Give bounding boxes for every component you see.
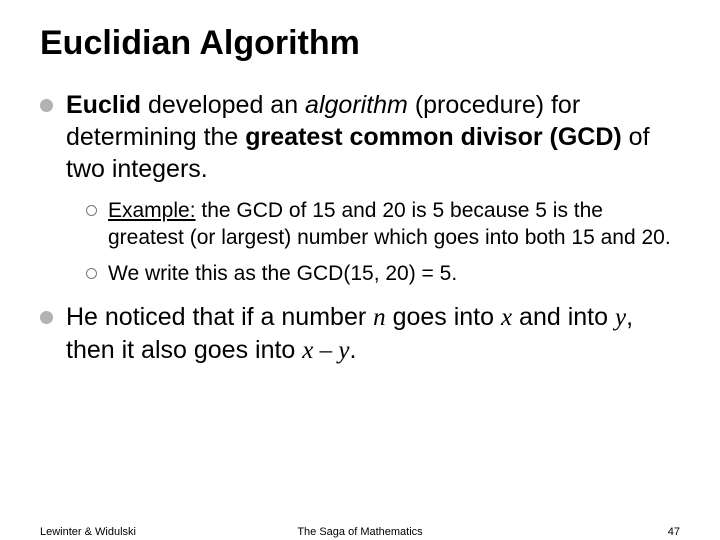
- math-var: x: [501, 304, 512, 331]
- text: write this as the GCD(15, 20) = 5.: [139, 262, 457, 285]
- footer-center: The Saga of Mathematics: [0, 526, 720, 538]
- list-item: Example: the GCD of 15 and 20 is 5 becau…: [86, 197, 680, 252]
- text: He noticed that if a number: [66, 303, 373, 331]
- math-expr: x – y: [302, 337, 349, 364]
- bullet-list-level2: Example: the GCD of 15 and 20 is 5 becau…: [66, 197, 680, 287]
- slide: Euclidian Algorithm Euclid developed an …: [0, 0, 720, 540]
- text: .: [349, 336, 356, 364]
- footer-right: 47: [668, 526, 680, 538]
- list-item: Euclid developed an algorithm (procedure…: [40, 89, 680, 287]
- math-var: n: [373, 304, 386, 331]
- text: We: [108, 262, 139, 285]
- text: goes into: [386, 303, 501, 331]
- math-var: y: [615, 304, 626, 331]
- bold-text: Euclid: [66, 91, 141, 119]
- bullet-list-level1: Euclid developed an algorithm (procedure…: [40, 89, 680, 367]
- text: and into: [512, 303, 615, 331]
- slide-title: Euclidian Algorithm: [40, 24, 680, 63]
- text: developed an: [141, 91, 305, 119]
- underline-text: Example:: [108, 199, 196, 222]
- list-item: We write this as the GCD(15, 20) = 5.: [86, 260, 680, 287]
- italic-text: algorithm: [305, 91, 408, 119]
- bold-text: greatest common divisor (GCD): [245, 123, 621, 151]
- list-item: He noticed that if a number n goes into …: [40, 301, 680, 367]
